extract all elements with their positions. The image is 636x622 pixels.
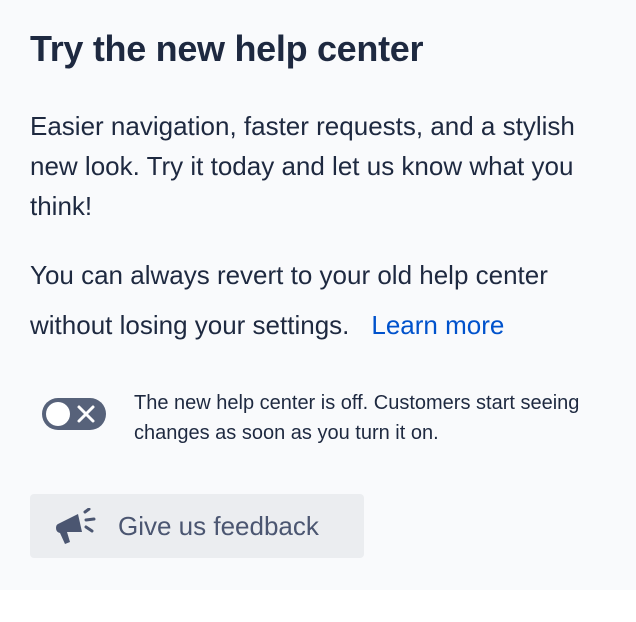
give-feedback-button[interactable]: Give us feedback [30, 494, 364, 558]
revert-paragraph: You can always revert to your old help c… [30, 250, 620, 350]
page-title: Try the new help center [30, 28, 424, 69]
megaphone-icon [56, 508, 96, 544]
help-center-panel: Try the new help center Easier navigatio… [0, 0, 636, 590]
feedback-button-label: Give us feedback [118, 511, 319, 541]
close-icon [77, 405, 95, 423]
new-help-center-toggle[interactable] [42, 398, 106, 430]
toggle-knob [46, 402, 70, 426]
intro-text: Easier navigation, faster requests, and … [30, 111, 575, 221]
learn-more-link[interactable]: Learn more [371, 310, 504, 340]
toggle-description: The new help center is off. Customers st… [134, 392, 580, 444]
